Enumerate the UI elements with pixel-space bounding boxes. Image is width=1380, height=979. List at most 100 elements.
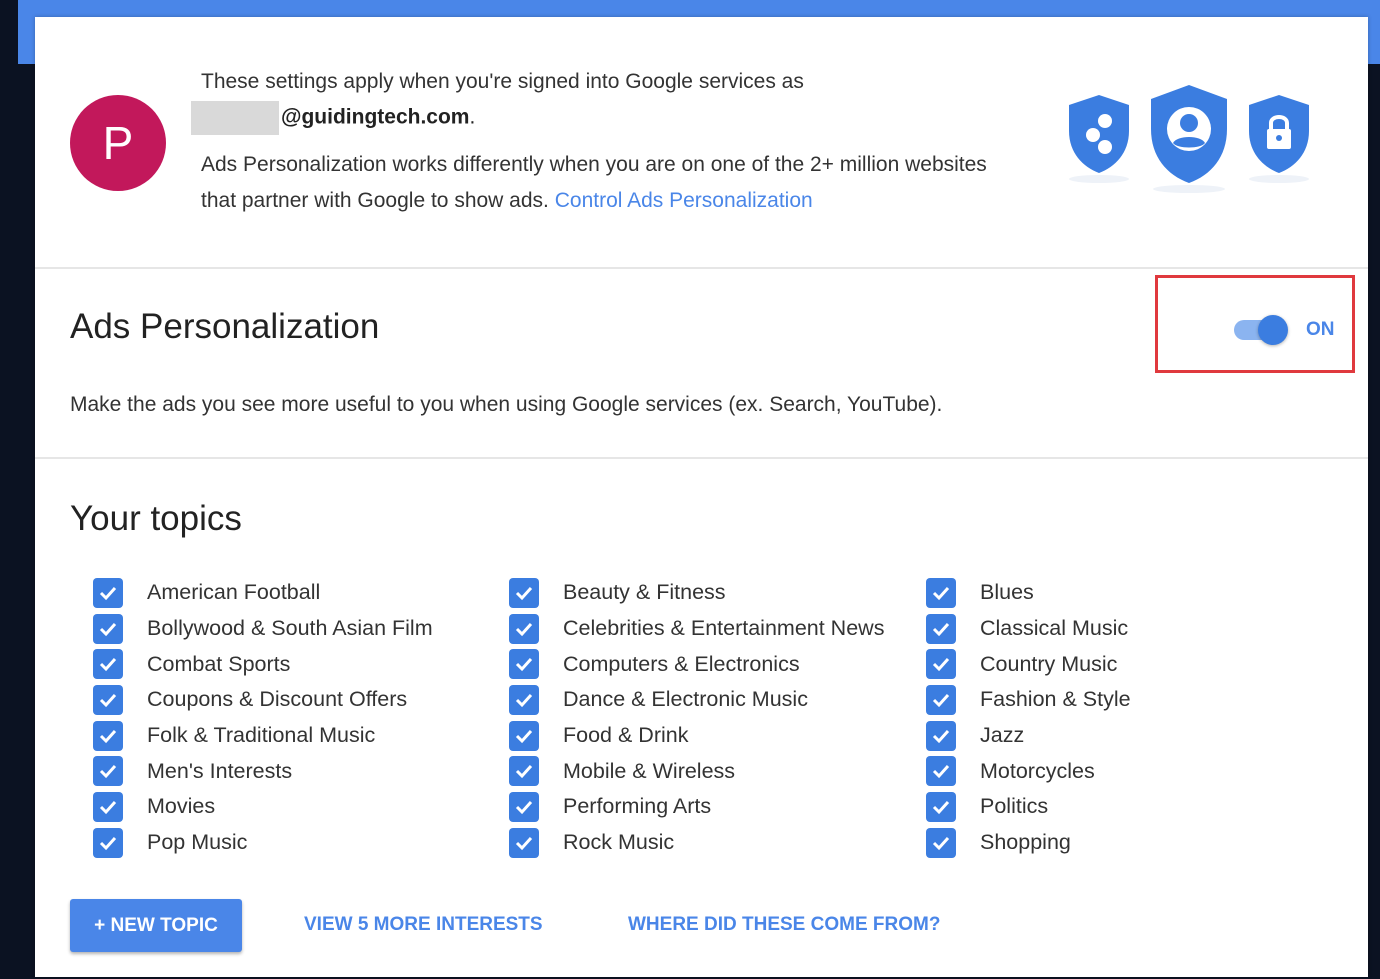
topic-item[interactable]: Celebrities & Entertainment News	[509, 611, 909, 647]
topic-checkbox[interactable]	[509, 684, 539, 715]
check-icon	[99, 693, 117, 708]
account-section: P These settings apply when you're signe…	[35, 17, 1368, 269]
email-suffix: .	[469, 105, 476, 129]
topics-title: Your topics	[70, 499, 242, 538]
check-icon	[932, 622, 950, 636]
topic-item[interactable]: Classical Music	[926, 611, 1326, 647]
topic-checkbox[interactable]	[509, 649, 539, 680]
check-icon	[515, 800, 533, 815]
topic-item[interactable]: Bollywood & South Asian Film	[93, 611, 493, 647]
topic-checkbox[interactable]	[926, 827, 956, 858]
check-icon	[99, 765, 117, 779]
check-icon	[932, 765, 950, 779]
topic-item[interactable]: American Football	[93, 575, 493, 611]
topic-label: Pop Music	[147, 830, 248, 855]
topic-checkbox[interactable]	[926, 684, 956, 715]
topic-checkbox[interactable]	[93, 720, 123, 751]
topic-item[interactable]: Politics	[926, 789, 1326, 825]
topic-label: Celebrities & Entertainment News	[563, 616, 885, 641]
topics-column-2: Beauty & Fitness Celebrities & Entertain…	[509, 575, 909, 861]
toggle-knob	[1258, 315, 1288, 345]
topic-item[interactable]: Dance & Electronic Music	[509, 682, 909, 718]
topic-checkbox[interactable]	[926, 649, 956, 680]
topic-item[interactable]: Computers & Electronics	[509, 646, 909, 682]
topic-checkbox[interactable]	[926, 613, 956, 644]
topics-actions: + NEW TOPIC VIEW 5 MORE INTERESTS WHERE …	[70, 899, 1070, 959]
new-topic-button[interactable]: + NEW TOPIC	[70, 899, 242, 952]
email-domain: @guidingtech.com	[281, 105, 470, 129]
signed-in-text: These settings apply when you're signed …	[201, 70, 804, 93]
topics-section: Your topics American Football Bollywood …	[35, 459, 1368, 979]
topic-item[interactable]: Rock Music	[509, 825, 909, 861]
topic-item[interactable]: Blues	[926, 575, 1326, 611]
topic-checkbox[interactable]	[926, 756, 956, 787]
account-shield-icon	[1151, 85, 1227, 193]
topic-item[interactable]: Men's Interests	[93, 753, 493, 789]
topic-label: Dance & Electronic Music	[563, 687, 808, 712]
topic-checkbox[interactable]	[509, 791, 539, 822]
control-ads-personalization-link[interactable]: Control Ads Personalization	[555, 189, 813, 212]
ads-personalization-title: Ads Personalization	[70, 307, 380, 346]
topic-item[interactable]: Movies	[93, 789, 493, 825]
topic-checkbox[interactable]	[509, 720, 539, 751]
topic-checkbox[interactable]	[926, 720, 956, 751]
privacy-shield-icon	[1069, 95, 1129, 183]
topic-item[interactable]: Motorcycles	[926, 753, 1326, 789]
topic-label: Combat Sports	[147, 651, 291, 676]
topic-label: Performing Arts	[563, 794, 712, 819]
topic-label: Politics	[980, 794, 1049, 819]
topic-checkbox[interactable]	[509, 827, 539, 858]
check-icon	[515, 765, 533, 779]
topic-checkbox[interactable]	[93, 827, 123, 858]
topic-checkbox[interactable]	[93, 684, 123, 715]
topic-label: Mobile & Wireless	[563, 758, 736, 783]
redacted-username	[191, 101, 279, 135]
check-icon	[932, 836, 950, 850]
topic-item[interactable]: Folk & Traditional Music	[93, 718, 493, 754]
check-icon	[515, 658, 533, 672]
topic-item[interactable]: Pop Music	[93, 825, 493, 861]
check-icon	[99, 622, 117, 636]
where-did-these-come-from-link[interactable]: WHERE DID THESE COME FROM?	[628, 914, 940, 936]
toggle-highlight-box: ON	[1155, 275, 1355, 373]
topic-item[interactable]: Shopping	[926, 825, 1326, 861]
topic-label: American Football	[147, 580, 321, 605]
topic-item[interactable]: Beauty & Fitness	[509, 575, 909, 611]
topic-checkbox[interactable]	[93, 613, 123, 644]
topic-item[interactable]: Jazz	[926, 718, 1326, 754]
topic-label: Folk & Traditional Music	[147, 723, 376, 748]
topic-item[interactable]: Combat Sports	[93, 646, 493, 682]
check-icon	[932, 586, 950, 601]
ads-personalization-toggle[interactable]	[1234, 315, 1288, 345]
topic-item[interactable]: Mobile & Wireless	[509, 753, 909, 789]
topic-item[interactable]: Food & Drink	[509, 718, 909, 754]
check-icon	[932, 693, 950, 708]
topic-label: Movies	[147, 794, 216, 819]
topic-label: Food & Drink	[563, 723, 689, 748]
check-icon	[515, 836, 533, 850]
topic-checkbox[interactable]	[509, 613, 539, 644]
avatar: P	[70, 95, 166, 191]
topic-item[interactable]: Country Music	[926, 646, 1326, 682]
topic-checkbox[interactable]	[93, 649, 123, 680]
topic-label: Motorcycles	[980, 758, 1095, 783]
topic-checkbox[interactable]	[926, 577, 956, 608]
topic-checkbox[interactable]	[93, 756, 123, 787]
topic-checkbox[interactable]	[93, 791, 123, 822]
topic-label: Shopping	[980, 830, 1071, 855]
check-icon	[99, 586, 117, 601]
topic-checkbox[interactable]	[926, 791, 956, 822]
topic-item[interactable]: Fashion & Style	[926, 682, 1326, 718]
topic-item[interactable]: Performing Arts	[509, 789, 909, 825]
view-more-interests-link[interactable]: VIEW 5 MORE INTERESTS	[304, 914, 543, 936]
topic-checkbox[interactable]	[509, 756, 539, 787]
check-icon	[99, 658, 117, 672]
lock-shield-icon	[1249, 95, 1309, 183]
topic-checkbox[interactable]	[93, 577, 123, 608]
topic-label: Country Music	[980, 651, 1118, 676]
settings-card: P These settings apply when you're signe…	[35, 17, 1368, 977]
ads-personalization-section: Ads Personalization Make the ads you see…	[35, 269, 1368, 459]
topic-item[interactable]: Coupons & Discount Offers	[93, 682, 493, 718]
topic-label: Bollywood & South Asian Film	[147, 616, 433, 641]
topic-checkbox[interactable]	[509, 577, 539, 608]
